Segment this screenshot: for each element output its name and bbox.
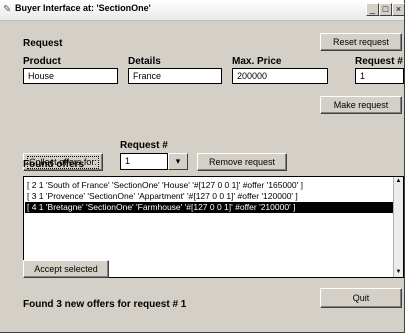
status-text: Found 3 new offers for request # 1 xyxy=(23,299,187,310)
reset-request-label: Reset request xyxy=(332,37,390,47)
remove-request-label: Remove request xyxy=(208,157,276,167)
chevron-down-icon[interactable]: ▾ xyxy=(168,153,188,170)
maximize-button[interactable]: □ xyxy=(379,3,392,16)
remove-request-button[interactable]: Remove request xyxy=(197,153,287,171)
quit-button[interactable]: Quit xyxy=(320,288,402,308)
close-button[interactable]: × xyxy=(392,3,405,16)
app-icon: ✎ xyxy=(3,4,12,15)
quit-label: Quit xyxy=(352,293,370,303)
request-number-input[interactable]: 1 xyxy=(355,68,404,84)
title-bar: ✎ Buyer Interface at: 'SectionOne' _ □ × xyxy=(0,0,405,21)
request-number-label: Request # xyxy=(355,56,403,67)
accept-selected-button[interactable]: Accept selected xyxy=(23,260,109,278)
max-price-input[interactable]: 200000 xyxy=(232,68,328,84)
request-number-select-value: 1 xyxy=(120,153,168,170)
request-number-select[interactable]: 1 ▾ xyxy=(120,153,188,170)
window-title: Buyer Interface at: 'SectionOne' xyxy=(15,3,151,13)
details-input[interactable]: France xyxy=(128,68,222,84)
offer-row-selected[interactable]: [ 4 1 'Bretagne' 'SectionOne' 'Farmhouse… xyxy=(25,202,399,213)
offer-row[interactable]: [ 3 1 'Provence' 'SectionOne' 'Appartmen… xyxy=(25,191,298,202)
buyer-window: ✎ Buyer Interface at: 'SectionOne' _ □ ×… xyxy=(0,0,405,333)
product-input[interactable]: House xyxy=(23,68,118,84)
collect-request-number-label: Request # xyxy=(120,140,168,151)
found-offers-heading: Found offers xyxy=(23,159,85,170)
offers-scrollbar[interactable]: ▲ ▼ xyxy=(393,177,403,277)
scroll-down-icon[interactable]: ▼ xyxy=(394,268,403,277)
offer-row[interactable]: [ 2 1 'South of France' 'SectionOne' 'Ho… xyxy=(25,180,303,191)
scroll-up-icon[interactable]: ▲ xyxy=(394,177,403,186)
accept-selected-label: Accept selected xyxy=(34,264,98,274)
reset-request-button[interactable]: Reset request xyxy=(320,33,402,51)
details-label: Details xyxy=(128,56,161,67)
product-label: Product xyxy=(23,56,61,67)
max-price-label: Max. Price xyxy=(232,56,282,67)
make-request-label: Make request xyxy=(333,100,389,110)
make-request-button[interactable]: Make request xyxy=(320,96,402,114)
request-heading: Request xyxy=(23,38,63,49)
minimize-button[interactable]: _ xyxy=(366,3,379,16)
